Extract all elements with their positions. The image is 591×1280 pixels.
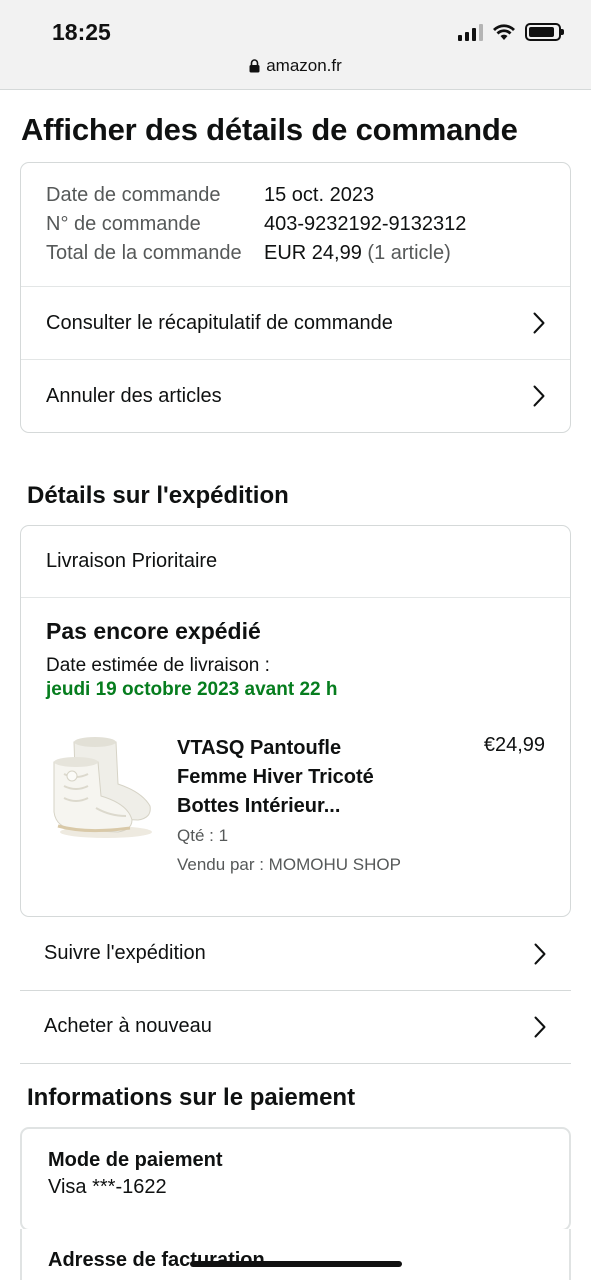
cancel-items-link[interactable]: Annuler des articles: [21, 359, 570, 432]
order-total-value: EUR 24,99 (1 article): [264, 241, 545, 266]
payment-method-label: Mode de paiement: [48, 1149, 223, 1171]
eta-label: Date estimée de livraison :: [46, 655, 270, 676]
product-price: €24,99: [483, 734, 545, 756]
cancel-items-label: Annuler des articles: [46, 384, 222, 407]
product-image[interactable]: [46, 734, 156, 844]
order-date-label: Date de commande: [46, 184, 221, 206]
buy-again-label: Acheter à nouveau: [44, 1015, 212, 1037]
order-date-value: 15 oct. 2023: [264, 184, 375, 206]
status-icons: [458, 22, 564, 42]
payment-section-title: Informations sur le paiement: [27, 1084, 356, 1111]
track-shipment-label: Suivre l'expédition: [44, 942, 206, 964]
home-indicator[interactable]: [190, 1261, 402, 1267]
shipping-method: Livraison Prioritaire: [21, 526, 570, 598]
order-total-count: (1 article): [367, 242, 451, 264]
page-title: Afficher des détails de commande: [21, 112, 518, 147]
chevron-right-icon: [529, 943, 551, 965]
browser-status-bar: 18:25 amazon.fr: [0, 0, 591, 90]
buy-again-link[interactable]: Acheter à nouveau: [20, 990, 571, 1063]
shipment-card: Livraison Prioritaire Pas encore expédié…: [20, 525, 571, 917]
chevron-right-icon: [529, 1016, 551, 1038]
product-title[interactable]: VTASQ Pantoufle Femme Hiver Tricoté Bott…: [177, 734, 412, 821]
address-bar[interactable]: amazon.fr: [0, 56, 591, 76]
status-time: 18:25: [52, 19, 111, 45]
order-info: Date de commande 15 oct. 2023 N° de comm…: [21, 163, 570, 286]
product-quantity: Qté : 1: [177, 826, 229, 845]
battery-icon: [525, 23, 564, 41]
url-text: amazon.fr: [266, 56, 342, 75]
payment-method-card: Mode de paiement Visa ***-1622: [20, 1127, 571, 1231]
chevron-right-icon: [528, 312, 550, 334]
cellular-signal-icon: [458, 23, 483, 41]
eta-date: jeudi 19 octobre 2023 avant 22 h: [46, 679, 338, 700]
divider: [20, 1063, 571, 1064]
billing-address-card: Adresse de facturation: [20, 1229, 571, 1280]
wifi-icon: [493, 24, 515, 40]
order-total-label: Total de la commande: [46, 242, 242, 264]
shipment-status: Pas encore expédié: [46, 618, 261, 644]
order-total-amount: EUR 24,99: [264, 242, 362, 264]
product-item: VTASQ Pantoufle Femme Hiver Tricoté Bott…: [46, 734, 545, 884]
chevron-right-icon: [528, 385, 550, 407]
view-order-summary-link[interactable]: Consulter le récapitulatif de commande: [21, 286, 570, 359]
view-order-summary-label: Consulter le récapitulatif de commande: [46, 311, 393, 334]
lock-icon: [249, 59, 260, 73]
shipping-section-title: Détails sur l'expédition: [27, 482, 289, 509]
track-shipment-link[interactable]: Suivre l'expédition: [20, 917, 571, 990]
product-seller: Vendu par : MOMOHU SHOP: [177, 855, 401, 874]
order-number-label: N° de commande: [46, 213, 201, 235]
payment-method-value: Visa ***-1622: [48, 1176, 167, 1198]
order-summary-card: Date de commande 15 oct. 2023 N° de comm…: [20, 162, 571, 433]
order-number-value: 403-9232192-9132312: [264, 213, 467, 235]
